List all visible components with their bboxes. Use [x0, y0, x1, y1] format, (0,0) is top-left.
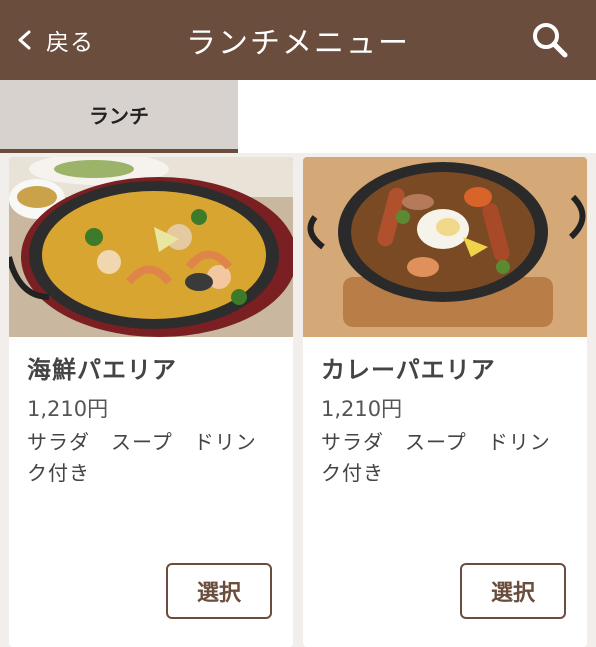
search-button[interactable] [530, 20, 570, 60]
search-icon [533, 23, 568, 58]
menu-item-name: カレーパエリア [321, 356, 496, 384]
select-button[interactable]: 選択 [166, 563, 272, 619]
menu-item-price: 1,210円 [27, 397, 109, 421]
select-button[interactable]: 選択 [460, 563, 566, 619]
seafood-paella-photo [9, 157, 293, 337]
menu-card: カレーパエリア 1,210円 サラダ スープ ドリンク付き 選択 [303, 157, 587, 647]
menu-item-description: サラダ スープ ドリンク付き [321, 430, 551, 485]
menu-card: 海鮮パエリア 1,210円 サラダ スープ ドリンク付き 選択 [9, 157, 293, 647]
menu-item-name: 海鮮パエリア [27, 356, 177, 384]
menu-item-price: 1,210円 [321, 397, 403, 421]
app-header: 戻る ランチメニュー [0, 0, 596, 80]
tab-bar: ランチ [0, 80, 596, 153]
tab-lunch[interactable]: ランチ [0, 80, 238, 153]
page-title: ランチメニュー [186, 26, 410, 61]
menu-item-description: サラダ スープ ドリンク付き [27, 430, 257, 485]
curry-paella-photo [303, 157, 587, 337]
